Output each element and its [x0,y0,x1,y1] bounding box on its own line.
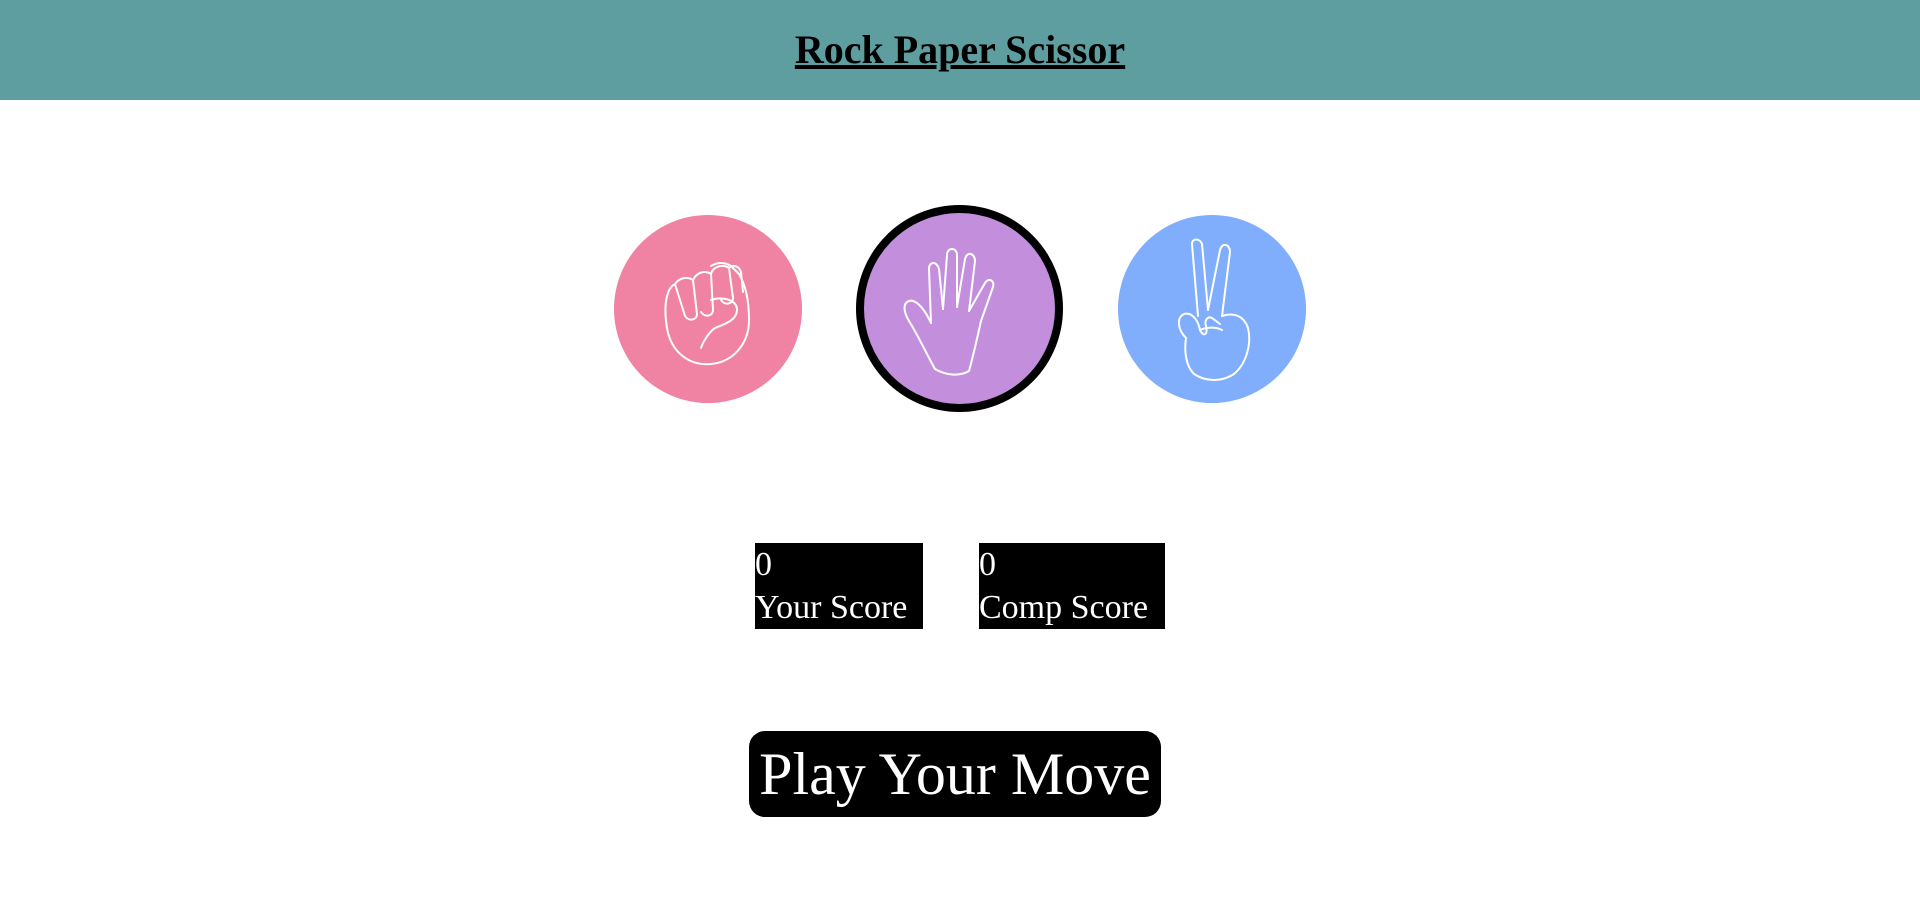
app-header: Rock Paper Scissor [0,0,1920,100]
peace-hand-icon [1178,238,1251,381]
open-hand-icon [903,247,994,376]
user-score-box: 0 Your Score [755,543,923,629]
play-move-button[interactable]: Play Your Move [749,731,1161,817]
comp-score-value: 0 [979,546,996,583]
comp-score-box: 0 Comp Score [979,543,1165,629]
scissor-choice[interactable] [1118,215,1306,403]
paper-choice[interactable] [856,205,1063,412]
comp-score-label: Comp Score [979,589,1149,626]
rock-choice[interactable] [614,215,802,403]
page-title: Rock Paper Scissor [794,26,1126,72]
user-score-value: 0 [755,546,772,583]
user-score-label: Your Score [755,589,908,626]
fist-icon [664,262,750,366]
